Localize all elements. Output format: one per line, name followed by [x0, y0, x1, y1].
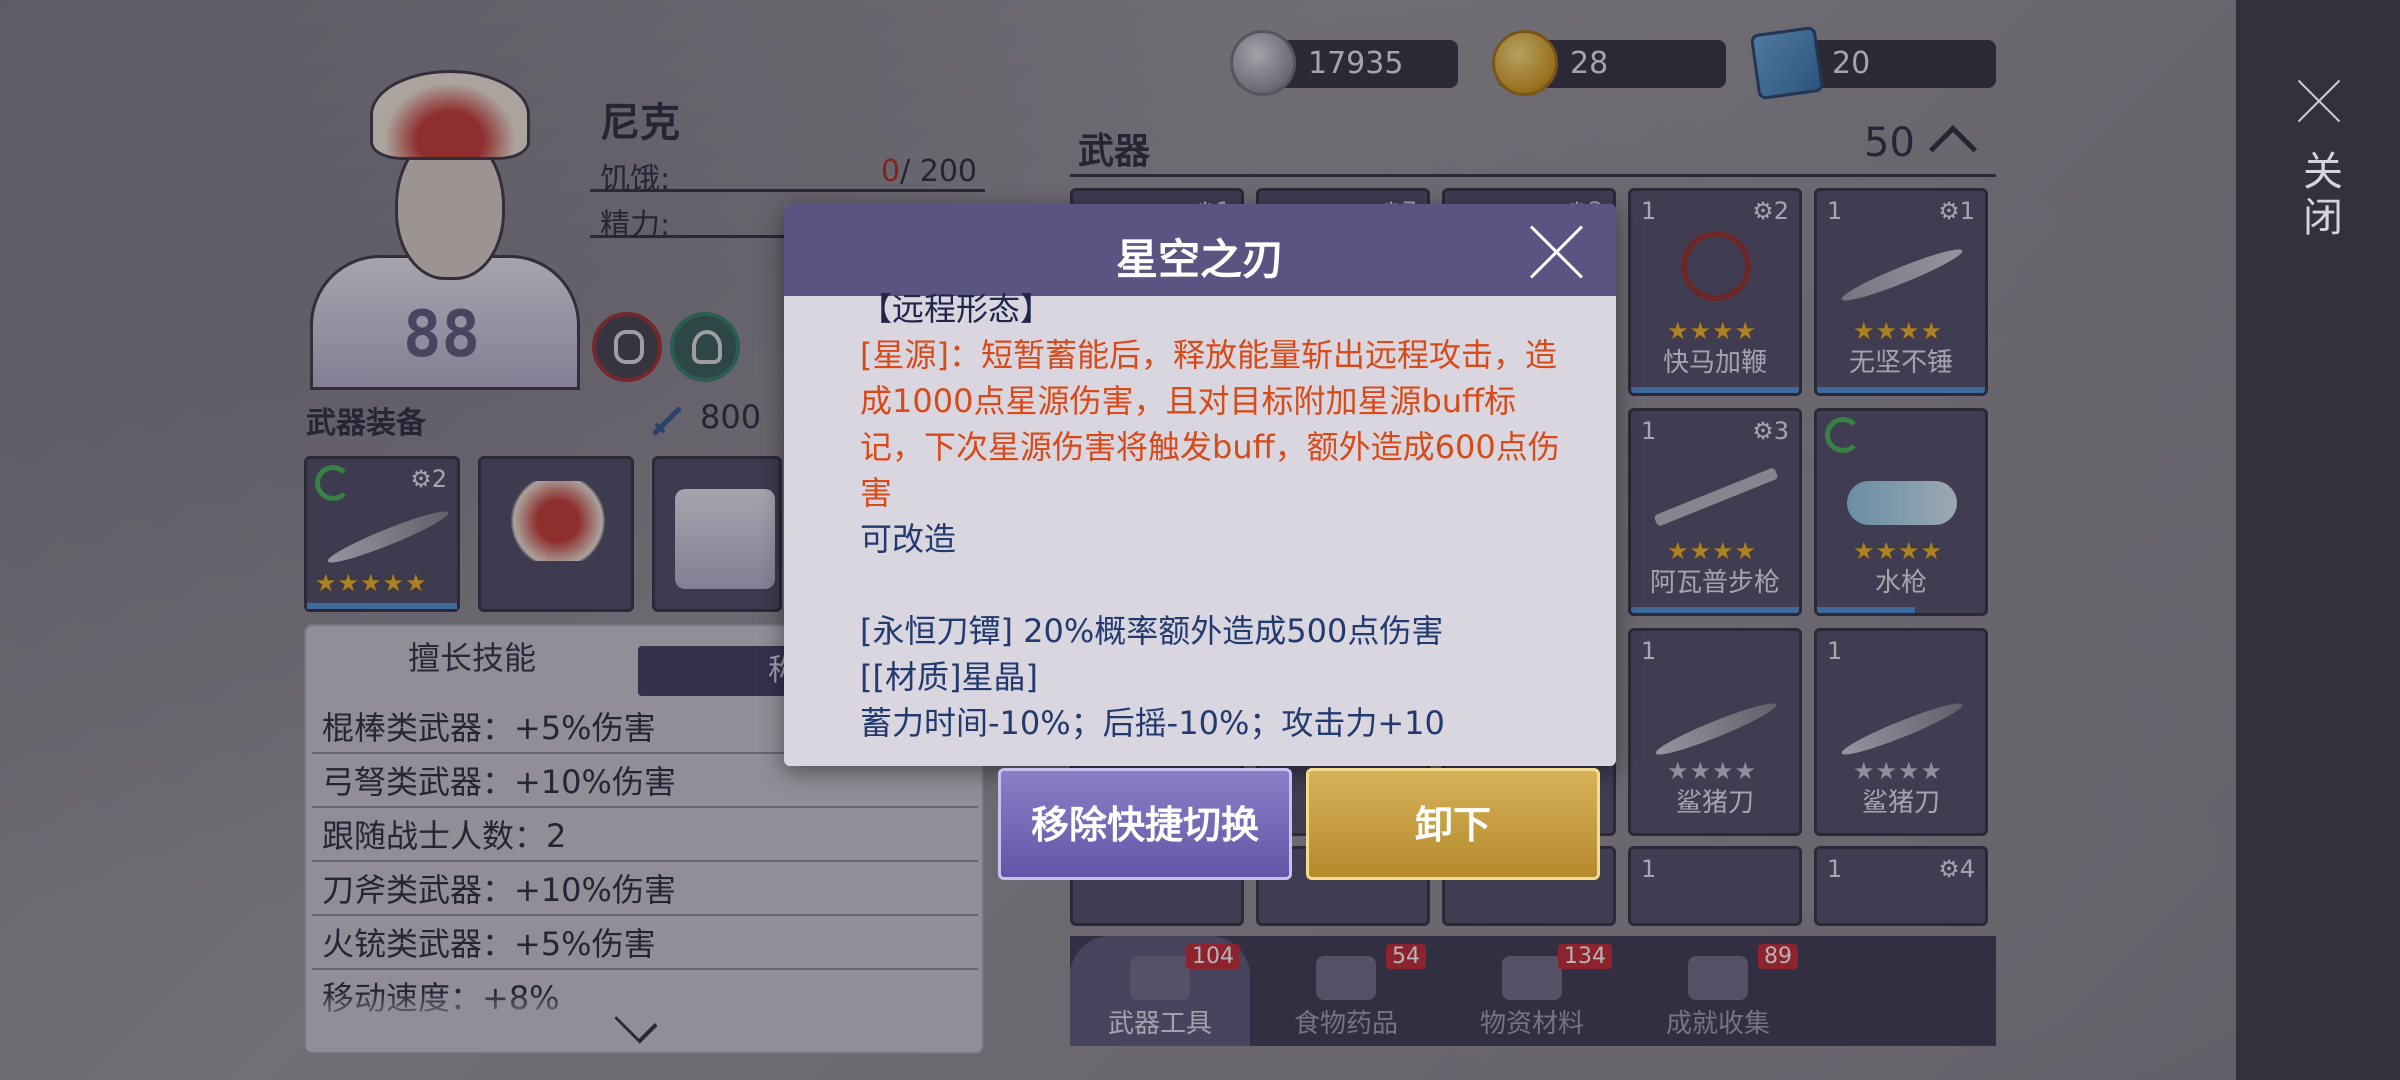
star-source-description: [星源]：短暂蓄能后，释放能量斩出远程攻击，造成1000点星源伤害，且对目标附加… [860, 336, 1560, 512]
form-heading: 【远程形态】 [860, 290, 1053, 328]
weapon-detail-modal: 星空之刃 【远程形态】 [星源]：短暂蓄能后，释放能量斩出远程攻击，造成1000… [784, 204, 1616, 766]
modifiable-label: 可改造 [860, 520, 957, 558]
material-line: [[材质]星晶] [860, 658, 1038, 696]
close-icon[interactable] [2294, 76, 2344, 126]
modal-header: 星空之刃 [784, 204, 1616, 296]
stats-line: 蓄力时间-10%；后摇-10%；攻击力+10 [860, 704, 1445, 742]
modal-close-icon[interactable] [1524, 220, 1588, 284]
modal-body: 【远程形态】 [星源]：短暂蓄能后，释放能量斩出远程攻击，造成1000点星源伤害… [860, 286, 1560, 746]
unequip-button[interactable]: 卸下 [1306, 768, 1600, 880]
remove-quick-switch-button[interactable]: 移除快捷切换 [998, 768, 1292, 880]
close-label[interactable]: 关闭 [2292, 150, 2348, 242]
eternal-guard-line: [永恒刀镡] 20%概率额外造成500点伤害 [860, 612, 1444, 650]
modal-title: 星空之刃 [1115, 235, 1284, 284]
